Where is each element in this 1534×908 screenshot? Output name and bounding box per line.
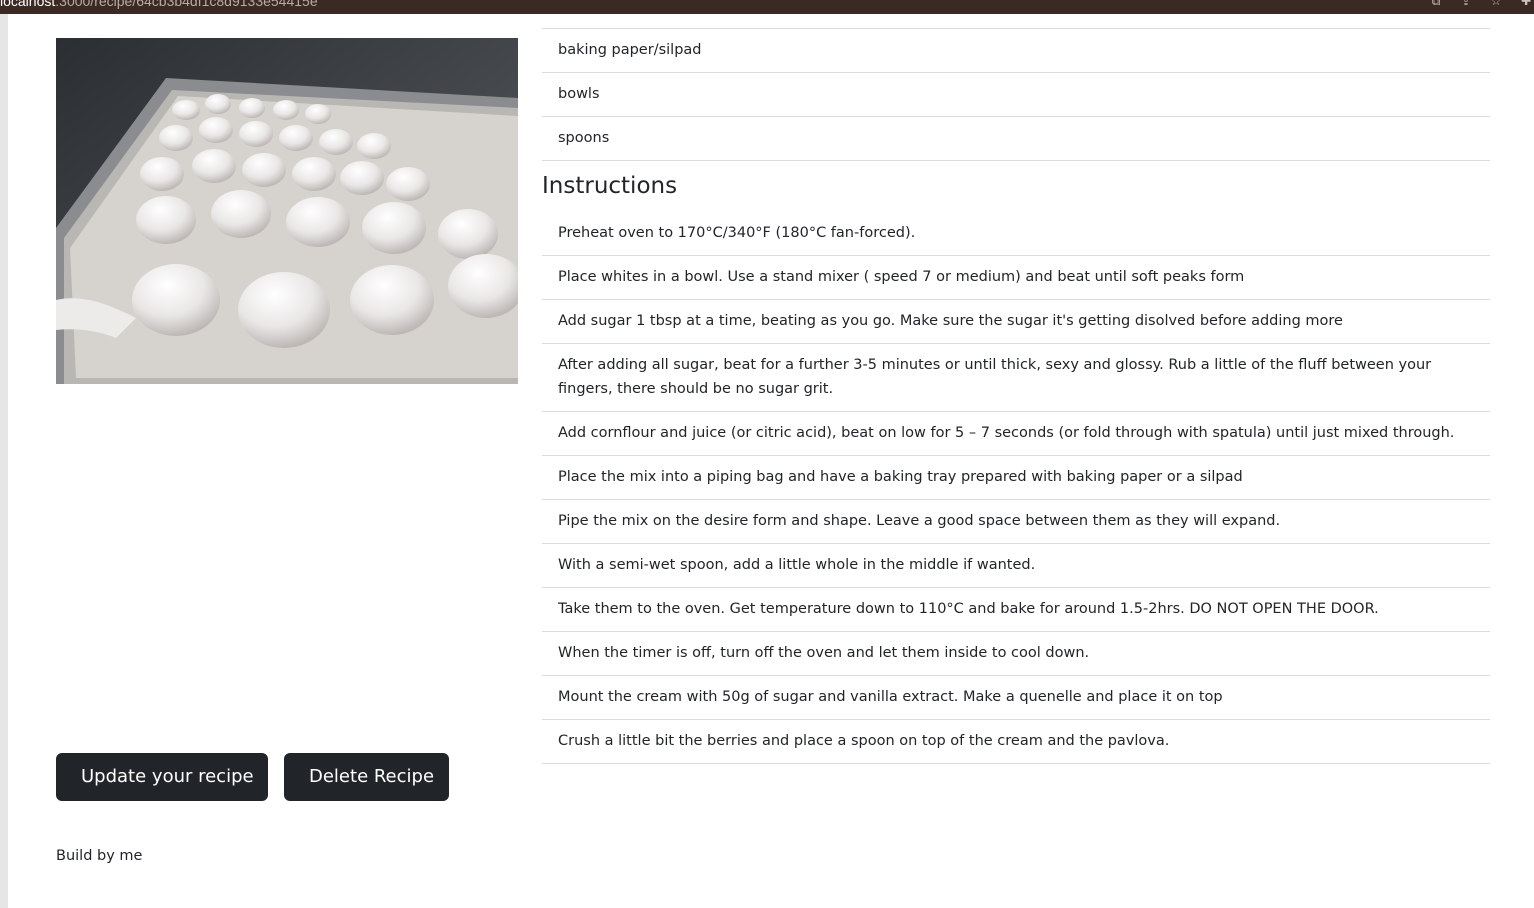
instruction-step: Add cornflour and juice (or citric acid)… xyxy=(542,412,1490,456)
instruction-step: Crush a little bit the berries and place… xyxy=(542,720,1490,764)
instruction-step: Add sugar 1 tbsp at a time, beating as y… xyxy=(542,300,1490,344)
address-bar[interactable]: localhost:3000/recipe/64cb3b4df1c8d9133e… xyxy=(0,0,318,9)
list-item: spoons xyxy=(542,117,1490,161)
url-path: :3000/recipe/64cb3b4df1c8d9133e54415e xyxy=(55,0,318,9)
instructions-heading: Instructions xyxy=(542,173,678,199)
instruction-step: With a semi-wet spoon, add a little whol… xyxy=(542,544,1490,588)
instruction-step: When the timer is off, turn off the oven… xyxy=(542,632,1490,676)
update-recipe-button[interactable]: Update your recipe xyxy=(56,753,268,801)
meringue-image xyxy=(56,38,518,384)
instruction-step: Pipe the mix on the desire form and shap… xyxy=(542,500,1490,544)
instruction-step: Take them to the oven. Get temperature d… xyxy=(542,588,1490,632)
footer-text: Build by me xyxy=(56,848,143,864)
extensions-icon[interactable]: ✚ xyxy=(1518,0,1534,8)
left-gutter xyxy=(0,14,8,908)
instructions-list: Preheat oven to 170°C/340°F (180°C fan-f… xyxy=(542,212,1490,764)
instruction-step: Preheat oven to 170°C/340°F (180°C fan-f… xyxy=(542,212,1490,256)
instruction-step: After adding all sugar, beat for a furth… xyxy=(542,344,1490,412)
browser-toolbar: localhost:3000/recipe/64cb3b4df1c8d9133e… xyxy=(0,0,1534,14)
url-host: localhost xyxy=(0,0,56,9)
bookmark-star-icon[interactable]: ☆ xyxy=(1488,0,1504,8)
equipment-list: baking paper/silpad bowls spoons xyxy=(542,28,1490,161)
instruction-step: Place the mix into a piping bag and have… xyxy=(542,456,1490,500)
list-item: baking paper/silpad xyxy=(542,29,1490,73)
share-icon[interactable]: ⇪ xyxy=(1458,0,1474,8)
translate-icon[interactable]: ⧉ xyxy=(1428,0,1444,8)
instruction-step: Place whites in a bowl. Use a stand mixe… xyxy=(542,256,1490,300)
instruction-step: Mount the cream with 50g of sugar and va… xyxy=(542,676,1490,720)
recipe-photo xyxy=(56,38,518,384)
list-item: bowls xyxy=(542,73,1490,117)
delete-recipe-button[interactable]: Delete Recipe xyxy=(284,753,449,801)
